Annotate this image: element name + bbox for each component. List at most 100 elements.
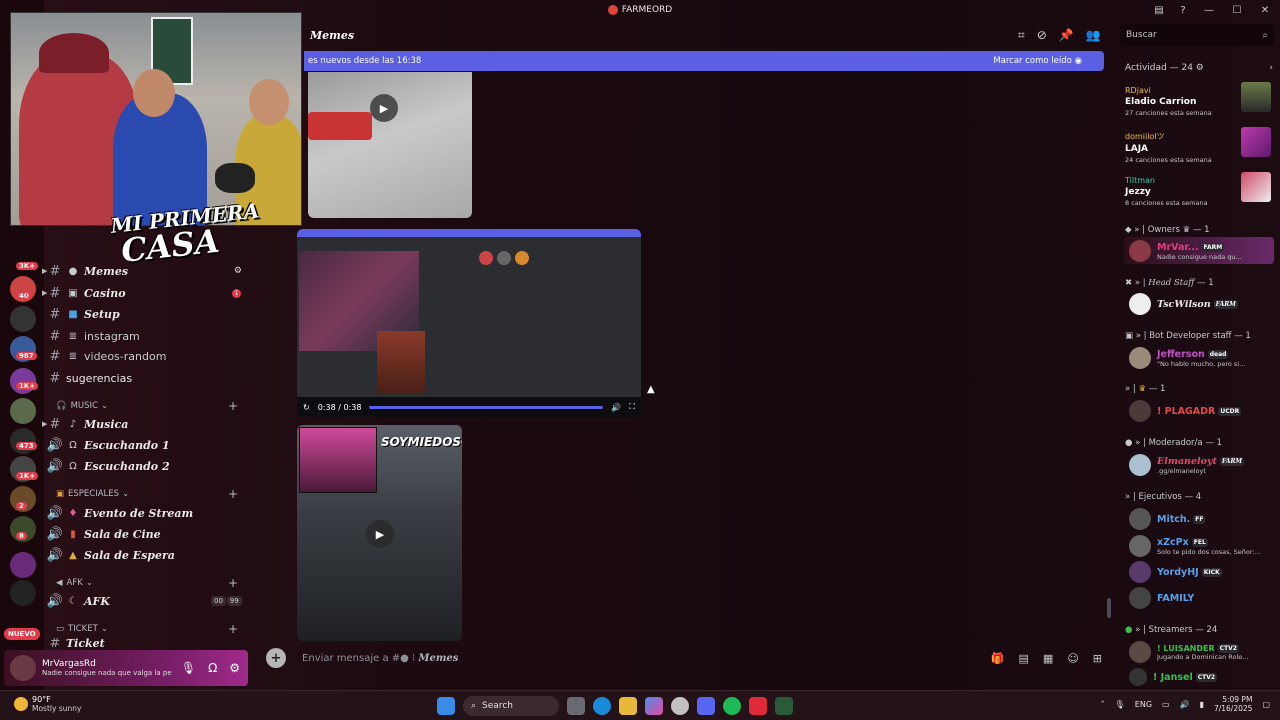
mute-bell-icon[interactable]: ⊘ (1037, 28, 1047, 43)
volume-icon[interactable]: 🔊 (611, 403, 621, 412)
member-item[interactable]: YordyHJ KICK (1129, 558, 1275, 586)
pin-icon[interactable]: 📌 (1059, 28, 1074, 43)
battery-icon[interactable]: ▮ (1200, 700, 1204, 709)
category-especiales[interactable]: ▣ ESPECIALES ⌄ + (56, 487, 242, 501)
close-button[interactable]: ✕ (1254, 5, 1276, 16)
category-music[interactable]: 🎧 MUSIC ⌄ + (56, 399, 242, 413)
help-icon[interactable]: ? (1174, 1, 1192, 19)
threads-icon[interactable]: ⌗ (1018, 28, 1025, 43)
chrome-icon[interactable] (671, 697, 689, 715)
channel-ticket[interactable]: # Ticket (44, 638, 248, 648)
file-explorer-icon[interactable] (619, 697, 637, 715)
voice-channel-evento[interactable]: 🔊 ♦ Evento de Stream (44, 503, 248, 523)
play-icon[interactable]: ▶ (366, 520, 394, 548)
microphone-icon[interactable]: 🎙 (1115, 700, 1125, 709)
app-icon[interactable] (775, 697, 793, 715)
copilot-icon[interactable] (645, 697, 663, 715)
server-icon[interactable] (10, 580, 36, 606)
role-group-head-staff: ✖ » | Head Staff — 1 (1125, 278, 1214, 288)
task-view-icon[interactable] (567, 697, 585, 715)
video-attachment[interactable]: ▶ (308, 72, 472, 218)
channel-instagram[interactable]: # ≣ instagram (44, 326, 248, 346)
activity-item[interactable]: Tiltman Jezzy 8 canciones esta semana (1125, 172, 1271, 207)
gift-icon[interactable]: 🎁 (991, 652, 1005, 665)
minimize-button[interactable]: — (1198, 5, 1220, 16)
search-input[interactable]: Buscar ⌕ (1120, 24, 1274, 46)
channel-sugerencias[interactable]: # sugerencias (44, 368, 248, 388)
discord-icon[interactable] (697, 697, 715, 715)
replay-icon[interactable]: ↻ (303, 403, 310, 412)
edge-icon[interactable] (593, 697, 611, 715)
video-attachment[interactable]: SOYMIEDOSO30 ▶ (297, 425, 462, 641)
voice-channel-escuchando-1[interactable]: 🔊 Ω Escuchando 1 (44, 435, 248, 455)
gif-icon[interactable]: ▤ (1019, 652, 1029, 665)
avatar[interactable] (10, 655, 36, 681)
voice-channel-escuchando-2[interactable]: 🔊 Ω Escuchando 2 (44, 456, 248, 476)
language-indicator[interactable]: ENG (1135, 700, 1152, 709)
taskbar-search[interactable]: ⌕ Search (463, 696, 559, 716)
role-group-owners: ◆ » | Owners ♛ — 1 (1125, 225, 1210, 235)
server-icon[interactable] (10, 398, 36, 424)
chat-scrollbar[interactable] (1107, 598, 1111, 618)
member-list-icon[interactable]: 👥 (1086, 28, 1101, 43)
voice-channel-espera[interactable]: 🔊 ▲ Sala de Espera (44, 545, 248, 565)
activity-header[interactable]: Actividad — 24 ⚙ › (1125, 63, 1273, 73)
member-item[interactable]: TscWilson FARM (1129, 290, 1275, 318)
activity-item[interactable]: domiilolツ LAJA 24 canciones esta semana (1125, 127, 1271, 164)
play-icon[interactable]: ▶ (370, 94, 398, 122)
server-icon[interactable] (10, 368, 36, 394)
server-icon[interactable] (10, 552, 36, 578)
maximize-button[interactable]: ☐ (1226, 5, 1248, 16)
member-item[interactable]: ! Jansel CTV2 (1129, 666, 1275, 688)
chevron-up-icon[interactable]: ˄ (1101, 700, 1105, 709)
clock[interactable]: 5:09 PM 7/16/2025 (1214, 695, 1252, 713)
category-ticket[interactable]: ▭ TICKET ⌄ + (56, 622, 242, 636)
member-item[interactable]: ! PLAGADR UCDR (1129, 397, 1275, 425)
voice-channel-cine[interactable]: 🔊 ▮ Sala de Cine (44, 524, 248, 544)
member-item[interactable]: Elmaneloyt FARM .gg/elmaneloyt (1129, 451, 1275, 479)
mark-as-read-button[interactable]: Marcar como leído ◉ (993, 56, 1082, 66)
activity-item[interactable]: RDjavi Eladio Carrion 27 canciones esta … (1125, 82, 1271, 117)
notification-icon[interactable]: ▢ (1262, 700, 1270, 709)
server-icon[interactable] (10, 428, 36, 454)
server-icon[interactable] (10, 306, 36, 332)
add-channel-icon[interactable]: + (228, 399, 238, 413)
windows-start-icon[interactable] (437, 697, 455, 715)
member-item[interactable]: ! LUISANDER CTV2 Jugando a Dominican Role.… (1129, 638, 1275, 666)
channel-casino[interactable]: ▶ # ▣ Casino (42, 283, 248, 303)
add-attachment-icon[interactable]: + (266, 648, 286, 668)
settings-icon[interactable]: ⚙ (234, 266, 242, 276)
add-channel-icon[interactable]: + (228, 622, 238, 636)
member-item[interactable]: FAMILY (1129, 584, 1275, 612)
video-player[interactable]: ↻ 0:38 / 0:38 🔊 ⛶ (297, 229, 641, 417)
apps-icon[interactable]: ⊞ (1093, 652, 1102, 665)
channel-musica[interactable]: ▶ # ♪ Musica (42, 414, 248, 434)
server-badge: 3K+ (16, 262, 39, 270)
microphone-icon[interactable]: 🎙 (181, 661, 196, 675)
add-channel-icon[interactable]: + (228, 487, 238, 501)
sticker-icon[interactable]: ▦ (1043, 652, 1053, 665)
fullscreen-icon[interactable]: ⛶ (629, 402, 635, 412)
chevron-right-icon[interactable]: › (1269, 63, 1273, 73)
volume-icon[interactable]: 🔊 (1180, 700, 1190, 709)
message-composer[interactable]: + Enviar mensaje a #● ⁝ Memes 🎁 ▤ ▦ ☺ ⊞ (260, 644, 1110, 672)
weather-widget[interactable]: 90°F Mostly sunny (14, 695, 81, 713)
message-input[interactable]: Enviar mensaje a #● ⁝ Memes (302, 653, 458, 664)
new-messages-bar[interactable]: es nuevos desde las 16:38 Marcar como le… (304, 51, 1104, 71)
channel-setup[interactable]: # ■ Setup (44, 304, 248, 324)
video-progress-bar[interactable] (369, 405, 604, 409)
spotify-icon[interactable] (723, 697, 741, 715)
app-icon[interactable] (749, 697, 767, 715)
headphones-icon[interactable]: Ω (208, 661, 217, 675)
member-item[interactable]: xZcPx FEL Solo te pido dos cosas, Señor:..… (1129, 532, 1275, 560)
add-channel-icon[interactable]: + (228, 576, 238, 590)
member-item[interactable]: Jefferson dead "No hablo mucho, pero si..… (1129, 344, 1275, 372)
member-item[interactable]: Mitch. FF (1129, 505, 1275, 533)
network-icon[interactable]: ▭ (1162, 700, 1170, 709)
inbox-icon[interactable]: ▤ (1150, 1, 1168, 19)
member-item[interactable]: MrVar... FARM Nadie consigue nada qu... (1129, 237, 1275, 265)
emoji-icon[interactable]: ☺ (1067, 652, 1078, 665)
channel-videos-random[interactable]: # ≣ videos-random (44, 346, 248, 366)
gear-icon[interactable]: ⚙ (229, 661, 240, 675)
category-afk[interactable]: ◀ AFK ⌄ + (56, 576, 242, 590)
